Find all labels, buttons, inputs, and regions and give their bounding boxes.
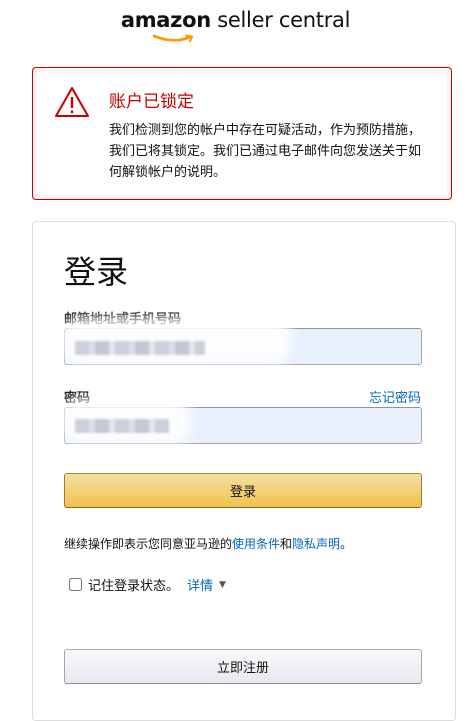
logo-brand: amazon: [120, 8, 211, 32]
terms-and: 和: [280, 537, 293, 551]
email-label: 邮箱地址或手机号码: [64, 312, 182, 327]
signin-card: 登录 邮箱地址或手机号码 密码 忘记密码 登录 继续操作即表示您同意亚马逊的使用…: [32, 221, 456, 721]
email-field[interactable]: [64, 328, 422, 365]
forgot-password-link[interactable]: 忘记密码: [369, 387, 421, 406]
account-locked-alert: 账户已锁定 我们检测到您的帐户中存在可疑活动，作为预防措施，我们已将其锁定。我们…: [32, 67, 452, 200]
privacy-notice-link[interactable]: 隐私声明: [292, 537, 340, 551]
caret-down-icon[interactable]: ▼: [219, 580, 226, 590]
password-label: 密码: [64, 391, 91, 406]
terms-notice: 继续操作即表示您同意亚马逊的使用条件和隐私声明。: [64, 535, 444, 552]
remember-me-label: 记住登录状态。: [88, 579, 180, 594]
details-link[interactable]: 详情: [187, 575, 213, 594]
register-button[interactable]: 立即注册: [64, 649, 422, 684]
conditions-of-use-link[interactable]: 使用条件: [232, 537, 280, 551]
terms-prefix: 继续操作即表示您同意亚马逊的: [64, 537, 233, 551]
amazon-seller-central-logo: amazon seller central: [0, 8, 471, 43]
logo-product: seller central: [210, 8, 351, 32]
alert-title: 账户已锁定: [109, 92, 194, 112]
signin-button[interactable]: 登录: [64, 473, 422, 508]
terms-suffix: 。: [340, 537, 353, 551]
password-field[interactable]: [64, 407, 422, 444]
warning-triangle-icon: [55, 87, 89, 117]
remember-me-row[interactable]: 记住登录状态。 详情 ▼: [69, 575, 226, 594]
alert-message: 我们检测到您的帐户中存在可疑活动，作为预防措施，我们已将其锁定。我们已通过电子邮…: [109, 123, 422, 180]
page-title: 登录: [64, 253, 129, 291]
amazon-smile-icon: [152, 34, 193, 43]
logo-wordmark: amazon seller central: [120, 8, 351, 32]
remember-me-checkbox[interactable]: [69, 578, 82, 591]
